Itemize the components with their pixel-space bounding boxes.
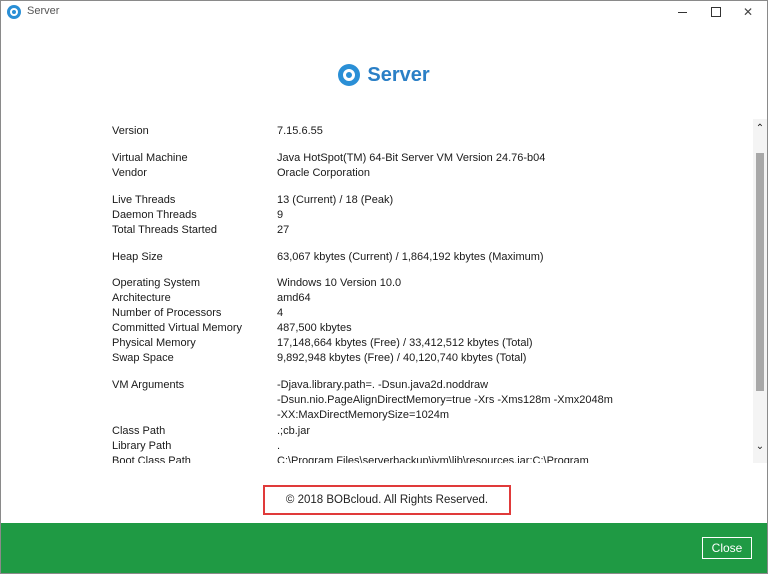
chevron-up-icon: ⌃ bbox=[755, 122, 765, 134]
info-label: VM Arguments bbox=[112, 379, 185, 391]
info-label: Physical Memory bbox=[112, 337, 196, 349]
info-label: Vendor bbox=[112, 167, 147, 179]
scroll-down-button[interactable]: ⌄ bbox=[753, 439, 767, 453]
info-row: Vendor Oracle Corporation bbox=[1, 167, 741, 182]
info-row: -Dsun.nio.PageAlignDirectMemory=true -Xr… bbox=[1, 394, 741, 409]
close-button[interactable]: Close bbox=[702, 537, 752, 559]
info-value: 4 bbox=[277, 307, 284, 319]
info-row: Version 7.15.6.55 bbox=[1, 125, 741, 140]
maximize-button[interactable] bbox=[699, 1, 733, 23]
maximize-icon bbox=[711, 7, 721, 17]
info-row: Heap Size 63,067 kbytes (Current) / 1,86… bbox=[1, 251, 741, 266]
info-value: -Dsun.nio.PageAlignDirectMemory=true -Xr… bbox=[277, 394, 613, 406]
info-value: 487,500 kbytes bbox=[277, 322, 352, 334]
info-label: Class Path bbox=[112, 425, 166, 437]
scroll-up-button[interactable]: ⌃ bbox=[753, 121, 767, 135]
info-value: 17,148,664 kbytes (Free) / 33,412,512 kb… bbox=[277, 337, 533, 349]
info-value: 63,067 kbytes (Current) / 1,864,192 kbyt… bbox=[277, 251, 544, 263]
copyright-notice: © 2018 BOBcloud. All Rights Reserved. bbox=[263, 485, 511, 515]
info-value: Windows 10 Version 10.0 bbox=[277, 277, 402, 289]
info-label: Architecture bbox=[112, 292, 171, 304]
app-logo-icon bbox=[7, 5, 21, 19]
info-row: VM Arguments -Djava.library.path=. -Dsun… bbox=[1, 379, 741, 394]
info-label: Live Threads bbox=[112, 194, 176, 206]
info-row: Number of Processors 4 bbox=[1, 307, 741, 322]
info-row: -XX:MaxDirectMemorySize=1024m bbox=[1, 409, 741, 424]
info-row: Class Path .;cb.jar bbox=[1, 425, 741, 440]
scrollbar-thumb[interactable] bbox=[756, 153, 764, 391]
info-panel[interactable]: Version 7.15.6.55 Virtual Machine Java H… bbox=[1, 119, 753, 463]
info-value: -XX:MaxDirectMemorySize=1024m bbox=[277, 409, 450, 421]
info-value: 9,892,948 kbytes (Free) / 40,120,740 kby… bbox=[277, 352, 527, 364]
info-value: C:\Program Files\serverbackup\jvm\lib\re… bbox=[277, 455, 589, 463]
info-row: Live Threads 13 (Current) / 18 (Peak) bbox=[1, 194, 741, 209]
info-value: Oracle Corporation bbox=[277, 167, 370, 179]
header-title: Server bbox=[367, 63, 430, 86]
info-label: Daemon Threads bbox=[112, 209, 197, 221]
info-row: Swap Space 9,892,948 kbytes (Free) / 40,… bbox=[1, 352, 741, 367]
minimize-button[interactable] bbox=[665, 1, 699, 23]
info-value: 27 bbox=[277, 224, 290, 236]
footer-bar: Close bbox=[1, 523, 767, 573]
info-value: 13 (Current) / 18 (Peak) bbox=[277, 194, 394, 206]
minimize-icon bbox=[677, 11, 687, 13]
info-label: Version bbox=[112, 125, 149, 137]
info-row: Daemon Threads 9 bbox=[1, 209, 741, 224]
info-label: Swap Space bbox=[112, 352, 174, 364]
server-about-window: Server ✕ Server Version 7.15.6.55 Virtua… bbox=[0, 0, 768, 574]
chevron-down-icon: ⌄ bbox=[755, 440, 765, 452]
info-label: Operating System bbox=[112, 277, 201, 289]
info-label: Number of Processors bbox=[112, 307, 222, 319]
info-value: 7.15.6.55 bbox=[277, 125, 323, 137]
info-row: Library Path . bbox=[1, 440, 741, 455]
copyright-text: © 2018 BOBcloud. All Rights Reserved. bbox=[285, 494, 489, 506]
info-row: Boot Class Path C:\Program Files\serverb… bbox=[1, 455, 741, 463]
info-value: amd64 bbox=[277, 292, 311, 304]
info-value: .;cb.jar bbox=[277, 425, 311, 437]
info-row: Physical Memory 17,148,664 kbytes (Free)… bbox=[1, 337, 741, 352]
title-bar[interactable]: Server ✕ bbox=[1, 1, 767, 23]
vertical-scrollbar[interactable]: ⌃ ⌄ bbox=[753, 119, 767, 463]
header: Server bbox=[1, 57, 767, 93]
window-title: Server bbox=[27, 5, 60, 17]
info-value: Java HotSpot(TM) 64-Bit Server VM Versio… bbox=[277, 152, 546, 164]
info-value: -Djava.library.path=. -Dsun.java2d.noddr… bbox=[277, 379, 489, 391]
info-label: Boot Class Path bbox=[112, 455, 191, 463]
info-label: Library Path bbox=[112, 440, 172, 452]
info-row: Committed Virtual Memory 487,500 kbytes bbox=[1, 322, 741, 337]
close-icon: ✕ bbox=[742, 5, 754, 19]
info-label: Virtual Machine bbox=[112, 152, 188, 164]
info-label: Total Threads Started bbox=[112, 224, 217, 236]
info-row: Architecture amd64 bbox=[1, 292, 741, 307]
server-logo-icon bbox=[338, 64, 361, 86]
info-label: Committed Virtual Memory bbox=[112, 322, 242, 334]
info-row: Total Threads Started 27 bbox=[1, 224, 741, 239]
info-row: Operating System Windows 10 Version 10.0 bbox=[1, 277, 741, 292]
info-row: Virtual Machine Java HotSpot(TM) 64-Bit … bbox=[1, 152, 741, 167]
window-close-button[interactable]: ✕ bbox=[731, 1, 765, 23]
info-value: 9 bbox=[277, 209, 284, 221]
info-value: . bbox=[277, 440, 281, 452]
info-label: Heap Size bbox=[112, 251, 163, 263]
